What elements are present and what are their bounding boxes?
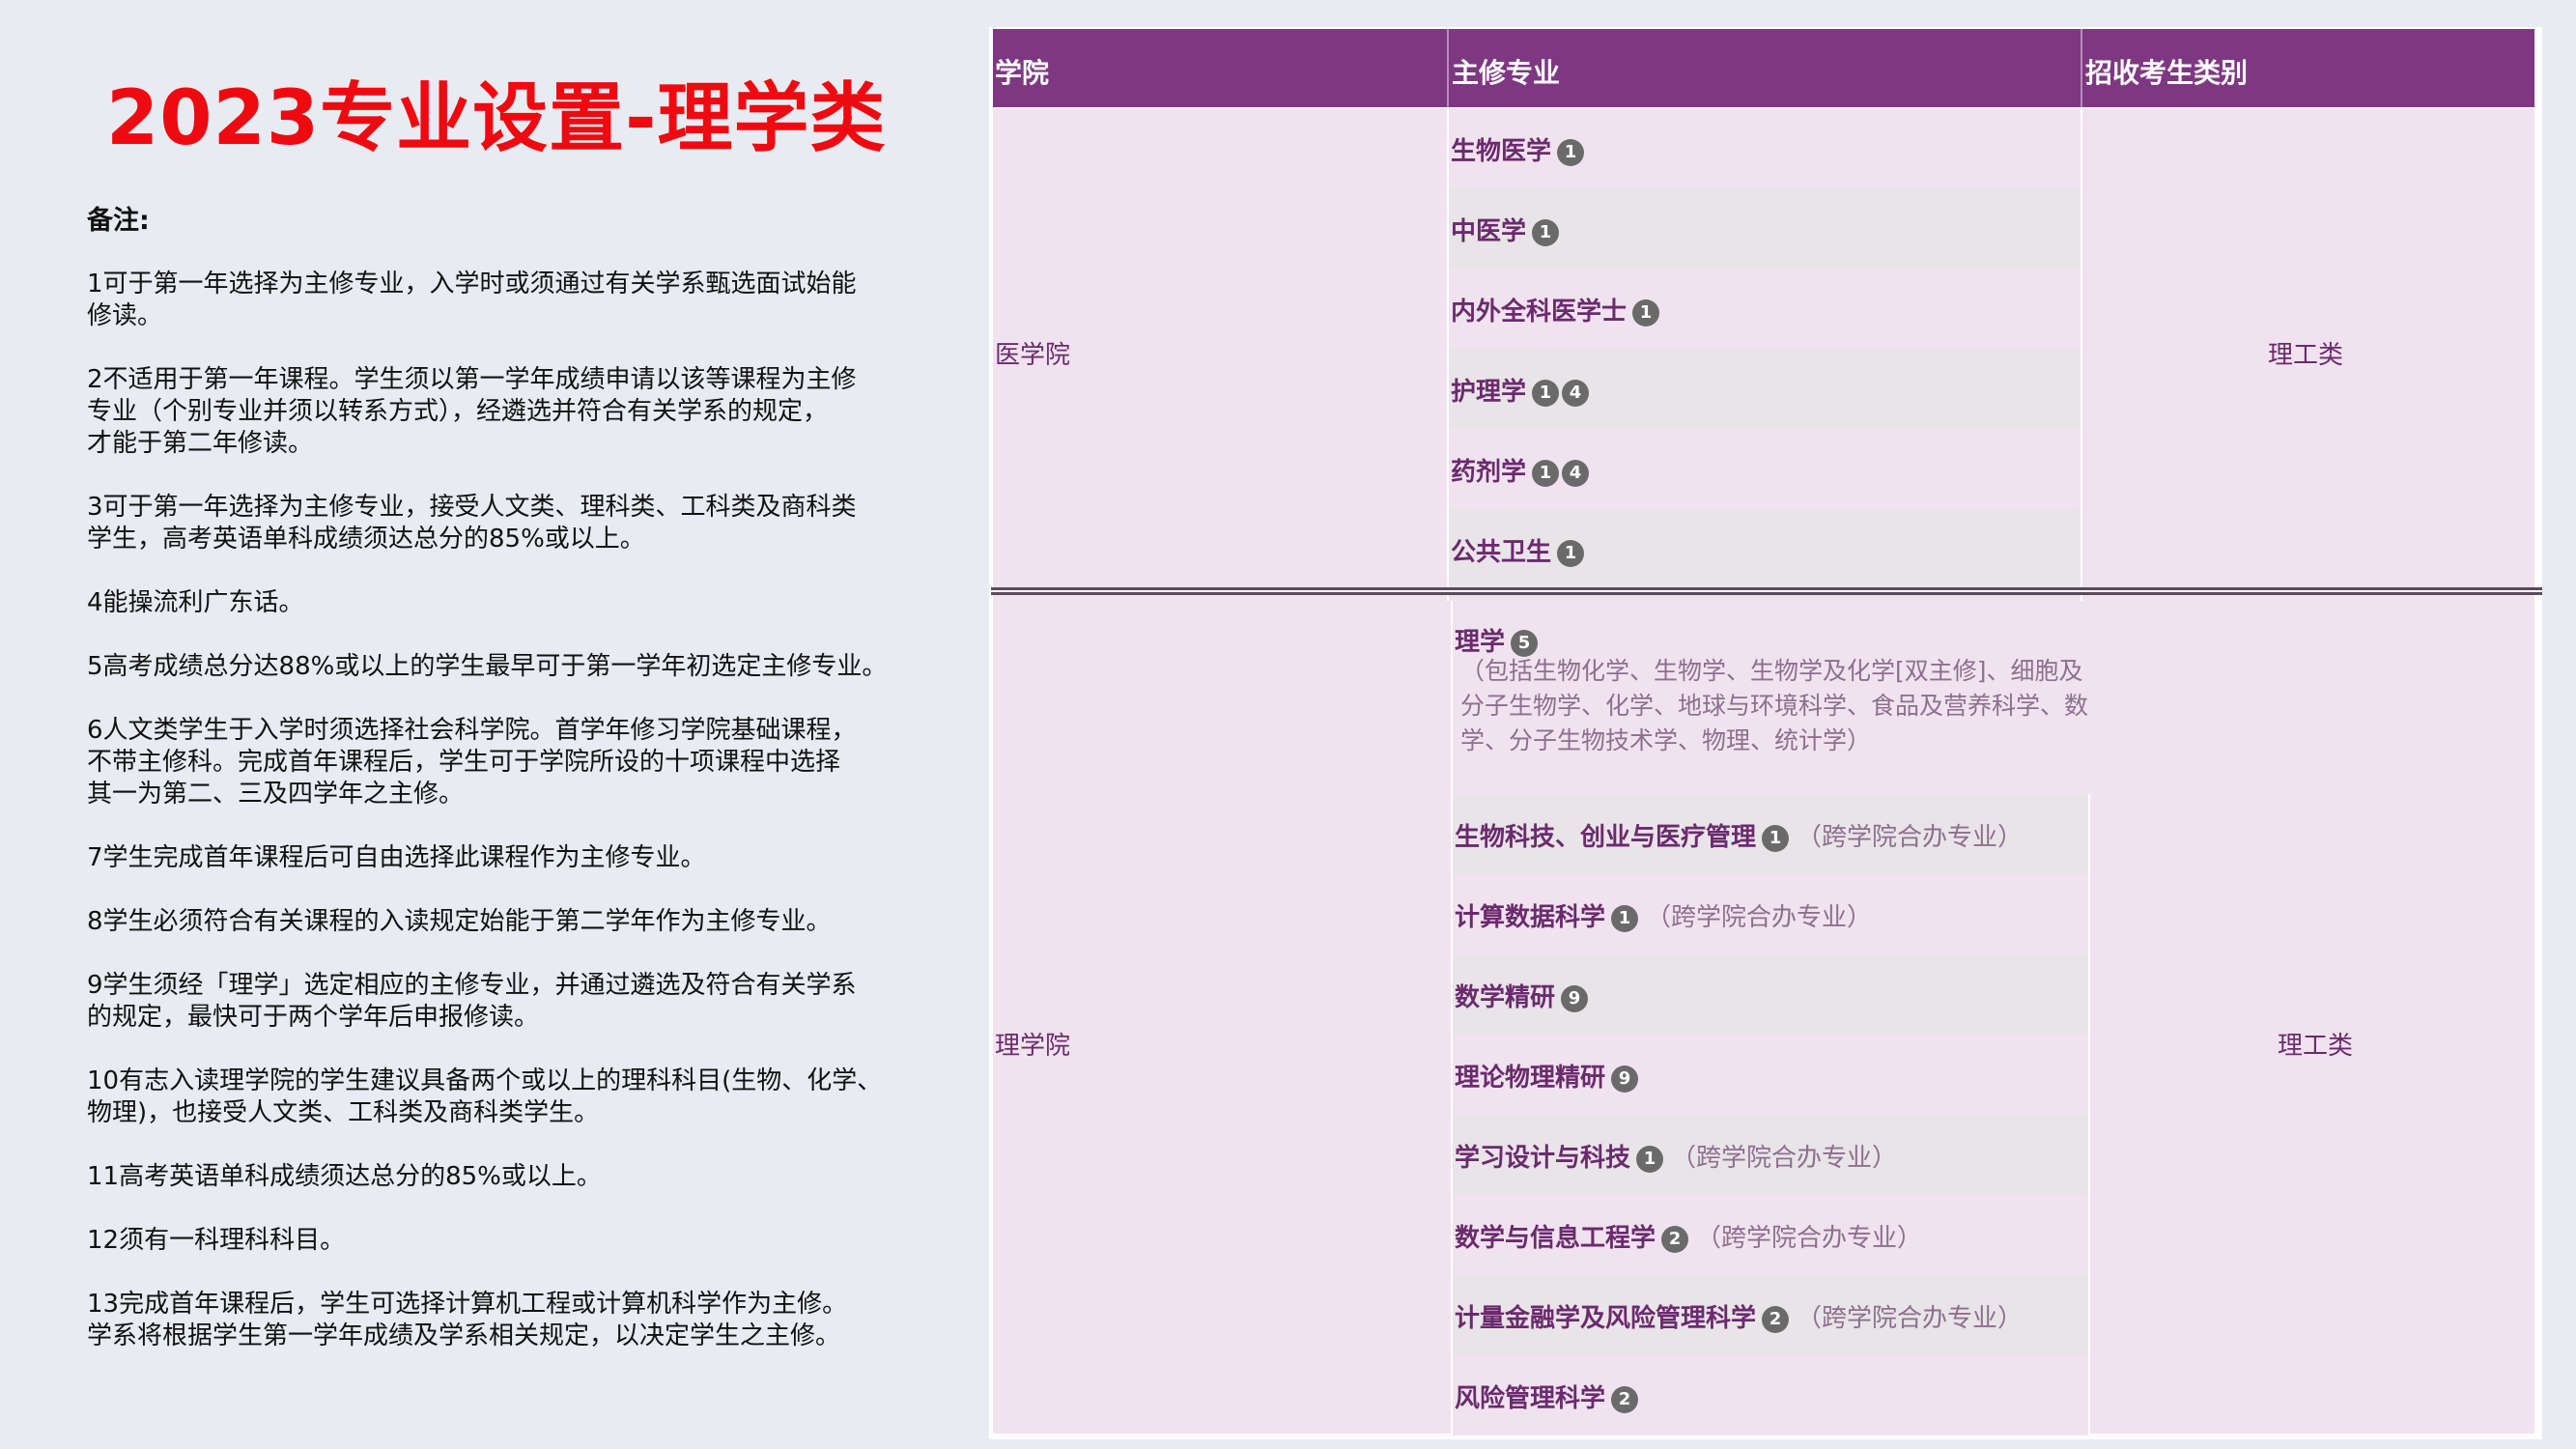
major-detail: （包括生物化学、生物学、生物学及化学[双主修]、细胞及分子生物学、化学、地球与环… bbox=[1460, 657, 2089, 754]
footnote-badge: 1 bbox=[1532, 459, 1560, 487]
note-item: 4能操流利广东话。 bbox=[87, 588, 304, 617]
major-name: 理论物理精研 9 bbox=[1455, 1058, 1639, 1094]
footnote-badge: 4 bbox=[1562, 379, 1590, 407]
table-header: 学院 主修专业 招收考生类别 bbox=[993, 29, 2534, 107]
table-row: 计算数据科学 1 （跨学院合办专业） bbox=[1453, 874, 2088, 954]
table-row: 公共卫生 1 bbox=[1449, 509, 2081, 598]
note-item: 10有志入读理学院的学生建议具备两个或以上的理科科目(生物、化学、 物理)，也接… bbox=[87, 1066, 883, 1127]
major-name: 公共卫生 1 bbox=[1451, 532, 1585, 568]
footnote-badge: 1 bbox=[1611, 904, 1639, 932]
major-note: （跨学院合办专业） bbox=[1797, 1304, 2024, 1333]
table-row: 药剂学 1 4 bbox=[1449, 429, 2081, 509]
note-item: 7学生完成首年课程后可自由选择此课程作为主修专业。 bbox=[87, 843, 706, 872]
major-name: 理学 5 bbox=[1455, 622, 1539, 658]
major-note: （跨学院合办专业） bbox=[1646, 903, 1873, 932]
major-name: 计算数据科学 1 （跨学院合办专业） bbox=[1455, 903, 1873, 932]
major-name: 内外全科医学士 1 bbox=[1451, 292, 1660, 327]
major-name: 药剂学 1 4 bbox=[1451, 452, 1590, 488]
note-item: 8学生必须符合有关课程的入读规定始能于第二学年作为主修专业。 bbox=[87, 907, 832, 936]
header-major: 主修专业 bbox=[1452, 57, 1561, 89]
header-divider bbox=[2081, 29, 2082, 107]
header-divider bbox=[1447, 29, 1449, 107]
header-category: 招收考生类别 bbox=[2085, 57, 2249, 89]
header-college: 学院 bbox=[995, 57, 1050, 89]
table-row: 中医学 1 bbox=[1449, 188, 2081, 269]
major-name: 中医学 1 bbox=[1451, 212, 1560, 247]
majors-table: 学院 主修专业 招收考生类别 医学院 理工类 生物医学 1 中医学 1 内外全科医学… bbox=[989, 27, 2542, 1439]
major-name: 生物医学 1 bbox=[1451, 131, 1585, 167]
notes-heading: 备注: bbox=[87, 206, 150, 236]
footnote-badge: 2 bbox=[1611, 1385, 1639, 1413]
note-item: 5高考成绩总分达88%或以上的学生最早可于第一学年初选定主修专业。 bbox=[87, 652, 888, 681]
major-name: 学习设计与科技 1 （跨学院合办专业） bbox=[1455, 1144, 1898, 1173]
category-name: 理工类 bbox=[2268, 341, 2344, 370]
section-medicine: 医学院 理工类 生物医学 1 中医学 1 内外全科医学士 1 护理学 1 4 药剂学 1 4 … bbox=[993, 108, 2534, 615]
major-note: （跨学院合办专业） bbox=[1797, 823, 2024, 852]
college-name: 医学院 bbox=[995, 341, 1071, 370]
table-row: 理学 5 （包括生物化学、生物学、生物学及化学[双主修]、细胞及分子生物学、化学、… bbox=[1453, 601, 2102, 794]
table-row: 学习设计与科技 1 （跨学院合办专业） bbox=[1453, 1115, 2088, 1195]
page-title: 2023专业设置-理学类 bbox=[106, 75, 887, 162]
major-name: 数学与信息工程学 2 （跨学院合办专业） bbox=[1455, 1224, 1923, 1253]
college-cell bbox=[993, 601, 1451, 1434]
section-divider bbox=[991, 587, 2542, 595]
note-item: 9学生须经「理学」选定相应的主修专业，并通过遴选及符合有关学系 的规定，最快可于… bbox=[87, 971, 857, 1032]
note-item: 3可于第一年选择为主修专业，接受人文类、理科类、工科类及商科类 学生，高考英语单… bbox=[87, 493, 857, 554]
major-name: 数学精研 9 bbox=[1455, 978, 1589, 1013]
table-row: 生物科技、创业与医疗管理 1 （跨学院合办专业） bbox=[1453, 794, 2088, 874]
category-name: 理工类 bbox=[2278, 1032, 2354, 1061]
notes-panel: 备注: 1可于第一年选择为主修专业，入学时或须通过有关学系甄选面试始能 修读。 … bbox=[87, 205, 937, 1384]
table-row: 数学精研 9 bbox=[1453, 954, 2088, 1035]
major-name: 风险管理科学 2 bbox=[1455, 1378, 1639, 1414]
footnote-badge: 1 bbox=[1532, 218, 1560, 246]
note-item: 11高考英语单科成绩须达总分的85%或以上。 bbox=[87, 1162, 602, 1191]
major-name: 护理学 1 4 bbox=[1451, 372, 1590, 408]
college-name: 理学院 bbox=[995, 1032, 1071, 1061]
footnote-badge: 1 bbox=[1632, 298, 1660, 327]
table-row: 理论物理精研 9 bbox=[1453, 1035, 2088, 1115]
footnote-badge: 1 bbox=[1762, 824, 1790, 852]
footnote-badge: 1 bbox=[1532, 379, 1560, 407]
footnote-badge: 9 bbox=[1561, 984, 1589, 1012]
footnote-badge: 1 bbox=[1557, 138, 1585, 166]
footnote-badge: 1 bbox=[1636, 1145, 1664, 1173]
major-name: 计量金融学及风险管理科学 2 （跨学院合办专业） bbox=[1455, 1304, 2024, 1333]
category-cell bbox=[2090, 601, 2534, 1434]
note-item: 6人文类学生于入学时须选择社会科学院。首学年修习学院基础课程， 不带主修科。完成… bbox=[87, 716, 857, 809]
table-row: 护理学 1 4 bbox=[1449, 349, 2081, 429]
footnote-badge: 4 bbox=[1562, 459, 1590, 487]
section-science: 理学院 理工类 理学 5 （包括生物化学、生物学、生物学及化学[双主修]、细胞及分… bbox=[993, 601, 2534, 1435]
footnote-badge: 5 bbox=[1511, 629, 1539, 657]
footnote-badge: 2 bbox=[1661, 1225, 1689, 1253]
major-name: 生物科技、创业与医疗管理 1 （跨学院合办专业） bbox=[1455, 823, 2024, 852]
table-row: 风险管理科学 2 bbox=[1453, 1355, 2088, 1435]
footnote-badge: 2 bbox=[1762, 1305, 1790, 1333]
major-note: （跨学院合办专业） bbox=[1696, 1224, 1923, 1253]
table-row: 内外全科医学士 1 bbox=[1449, 269, 2081, 349]
table-row: 计量金融学及风险管理科学 2 （跨学院合办专业） bbox=[1453, 1275, 2088, 1355]
note-item: 1可于第一年选择为主修专业，入学时或须通过有关学系甄选面试始能 修读。 bbox=[87, 270, 857, 330]
table-row: 生物医学 1 bbox=[1449, 108, 2081, 188]
table-row: 数学与信息工程学 2 （跨学院合办专业） bbox=[1453, 1195, 2088, 1275]
note-item: 12须有一科理科科目。 bbox=[87, 1226, 346, 1255]
note-item: 13完成首年课程后，学生可选择计算机工程或计算机科学作为主修。 学系将根据学生第… bbox=[87, 1290, 848, 1350]
note-item: 2不适用于第一年课程。学生须以第一学年成绩申请以该等课程为主修 专业（个别专业并… bbox=[87, 365, 857, 458]
footnote-badge: 9 bbox=[1611, 1065, 1639, 1093]
footnote-badge: 1 bbox=[1557, 539, 1585, 567]
major-note: （跨学院合办专业） bbox=[1671, 1144, 1898, 1173]
